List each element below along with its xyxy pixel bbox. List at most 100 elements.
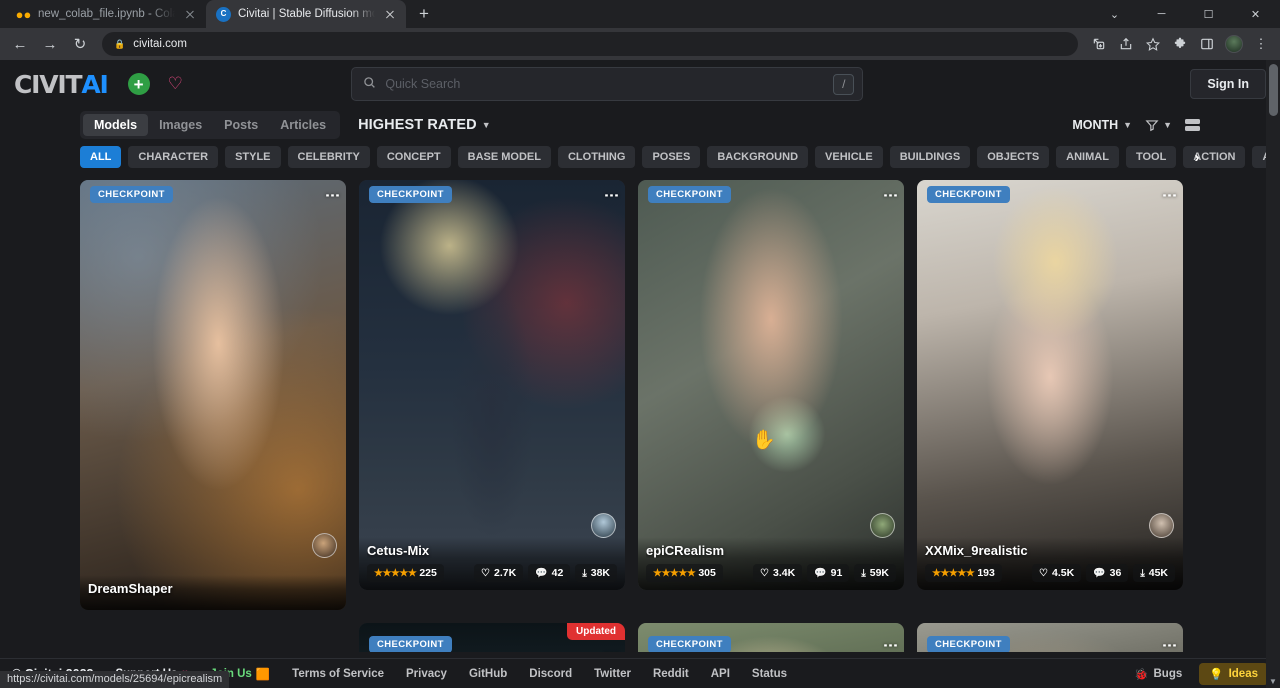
tab-search-icon[interactable]: ⌄	[1092, 0, 1137, 28]
search-input[interactable]	[385, 77, 824, 91]
model-card[interactable]: CHECKPOINT ⋮ Cetus-Mix ★★★★★ 225 ♡ 2.7K	[359, 180, 625, 590]
colab-icon: ●●	[16, 7, 31, 22]
avatar[interactable]	[591, 513, 616, 538]
footer-link-api[interactable]: API	[711, 668, 730, 680]
rating-count: 305	[698, 567, 716, 579]
profile-avatar[interactable]	[1221, 31, 1247, 57]
sign-in-button[interactable]: Sign In	[1190, 69, 1266, 99]
chip-base-model[interactable]: BASE MODEL	[458, 146, 551, 168]
orange-square-icon: 🟧	[256, 667, 270, 681]
install-icon[interactable]	[1086, 31, 1112, 57]
model-card[interactable]: CHECKPOINT ⋮ epiCRealism ★★★★★ 305 ♡ 3.4…	[638, 180, 904, 590]
chip-vehicle[interactable]: VEHICLE	[815, 146, 883, 168]
tab-posts[interactable]: Posts	[213, 114, 269, 136]
heart-icon[interactable]: ♡	[168, 74, 183, 94]
chip-animal[interactable]: ANIMAL	[1056, 146, 1119, 168]
chip-tool[interactable]: TOOL	[1126, 146, 1176, 168]
card-menu-icon[interactable]: ⋮	[324, 188, 336, 203]
card-menu-icon[interactable]: ⋮	[882, 638, 894, 652]
browser-tab-civitai[interactable]: C Civitai | Stable Diffusion models,	[206, 0, 406, 28]
bugs-button[interactable]: 🐞 Bugs	[1125, 663, 1191, 685]
minimize-button[interactable]: ─	[1139, 0, 1184, 28]
reload-icon[interactable]: ↻	[66, 30, 94, 58]
category-filters: ALL CHARACTER STYLE CELEBRITY CONCEPT BA…	[0, 142, 1280, 172]
site-header: CIVITAI + ♡ / Sign In	[0, 60, 1280, 108]
maximize-button[interactable]: ☐	[1186, 0, 1231, 28]
model-card[interactable]: Updated CHECKPOINT ⋮	[359, 623, 625, 652]
quick-search[interactable]: /	[351, 67, 863, 101]
card-menu-icon[interactable]: ⋮	[603, 188, 615, 203]
close-icon[interactable]	[182, 6, 198, 22]
period-dropdown[interactable]: MONTH ▼	[1072, 118, 1132, 132]
chip-background[interactable]: BACKGROUND	[707, 146, 808, 168]
more-menu-icon[interactable]: ⋮	[1248, 31, 1274, 57]
footer-link-twitter[interactable]: Twitter	[594, 668, 631, 680]
tab-articles[interactable]: Articles	[269, 114, 337, 136]
close-window-button[interactable]: ✕	[1233, 0, 1278, 28]
scroll-down-icon[interactable]: ▼	[1266, 677, 1280, 686]
chip-concept[interactable]: CONCEPT	[377, 146, 451, 168]
search-icon	[363, 76, 376, 92]
new-tab-button[interactable]: +	[410, 0, 438, 28]
tab-images[interactable]: Images	[148, 114, 213, 136]
sort-dropdown[interactable]: HIGHEST RATED ▼	[358, 117, 491, 133]
chip-poses[interactable]: POSES	[642, 146, 700, 168]
chip-character[interactable]: CHARACTER	[128, 146, 218, 168]
layout-toggle-icon[interactable]	[1185, 119, 1200, 131]
download-icon: ⤓	[861, 568, 865, 579]
tab-models[interactable]: Models	[83, 114, 148, 136]
extensions-puzzle-icon[interactable]	[1167, 31, 1193, 57]
browser-toolbar: ← → ↻ 🔒 civitai.com	[0, 28, 1280, 60]
model-card[interactable]: CHECKPOINT ⋮	[917, 623, 1183, 652]
likes-badge: ♡ 4.5K	[1032, 564, 1081, 582]
chip-celebrity[interactable]: CELEBRITY	[288, 146, 370, 168]
plus-icon[interactable]: +	[128, 73, 150, 95]
avatar[interactable]	[1149, 513, 1174, 538]
chip-buildings[interactable]: BUILDINGS	[890, 146, 971, 168]
card-menu-icon[interactable]: ⋮	[1161, 638, 1173, 652]
card-menu-icon[interactable]: ⋮	[1161, 188, 1173, 203]
forward-icon[interactable]: →	[36, 30, 64, 58]
ideas-button[interactable]: 💡 Ideas	[1199, 663, 1268, 685]
avatar[interactable]	[312, 533, 337, 558]
close-icon[interactable]	[382, 6, 398, 22]
tab-strip: ●● new_colab_file.ipynb - Colaborat C Ci…	[0, 0, 1280, 28]
side-panel-icon[interactable]	[1194, 31, 1220, 57]
card-menu-icon[interactable]: ⋮	[603, 647, 615, 652]
filter-button[interactable]: ▼	[1145, 118, 1172, 132]
footer-link-github[interactable]: GitHub	[469, 668, 507, 680]
toolbar-icons: ⋮	[1086, 31, 1274, 57]
content-nav: Models Images Posts Articles HIGHEST RAT…	[0, 108, 1280, 142]
civitai-logo[interactable]: CIVITAI	[14, 70, 108, 99]
address-bar[interactable]: 🔒 civitai.com	[102, 32, 1078, 56]
footer-link-privacy[interactable]: Privacy	[406, 668, 447, 680]
footer-link-terms[interactable]: Terms of Service	[292, 668, 384, 680]
link-status-bar: https://civitai.com/models/25694/epicrea…	[0, 671, 229, 688]
browser-tab-colab[interactable]: ●● new_colab_file.ipynb - Colaborat	[6, 0, 206, 28]
chip-objects[interactable]: OBJECTS	[977, 146, 1049, 168]
share-icon[interactable]	[1113, 31, 1139, 57]
likes-count: 3.4K	[773, 567, 795, 579]
comments-count: 42	[552, 567, 564, 579]
footer-link-reddit[interactable]: Reddit	[653, 668, 689, 680]
avatar[interactable]	[870, 513, 895, 538]
footer-link-status[interactable]: Status	[752, 668, 787, 680]
footer-link-discord[interactable]: Discord	[529, 668, 572, 680]
comments-count: 91	[831, 567, 843, 579]
card-info: Cetus-Mix ★★★★★ 225 ♡ 2.7K 💬 42	[359, 537, 625, 590]
rating-badge: ★★★★★ 305	[646, 564, 723, 582]
model-card[interactable]: CHECKPOINT ⋮ DreamShaper	[80, 180, 346, 610]
chip-clothing[interactable]: CLOTHING	[558, 146, 635, 168]
category-scroll-right-icon[interactable]: ›	[1186, 146, 1208, 168]
page-scrollbar[interactable]: ▼	[1266, 60, 1280, 688]
comments-badge: 💬 91	[807, 564, 849, 582]
card-menu-icon[interactable]: ⋮	[882, 188, 894, 203]
chip-all[interactable]: ALL	[80, 146, 121, 168]
bookmark-star-icon[interactable]	[1140, 31, 1166, 57]
chip-style[interactable]: STYLE	[225, 146, 280, 168]
model-card[interactable]: CHECKPOINT ⋮ XXMix_9realistic ★★★★★ 193 …	[917, 180, 1183, 590]
back-icon[interactable]: ←	[6, 30, 34, 58]
scrollbar-thumb[interactable]	[1269, 64, 1278, 116]
model-card[interactable]: CHECKPOINT ⋮	[638, 623, 904, 652]
rating-count: 225	[419, 567, 437, 579]
